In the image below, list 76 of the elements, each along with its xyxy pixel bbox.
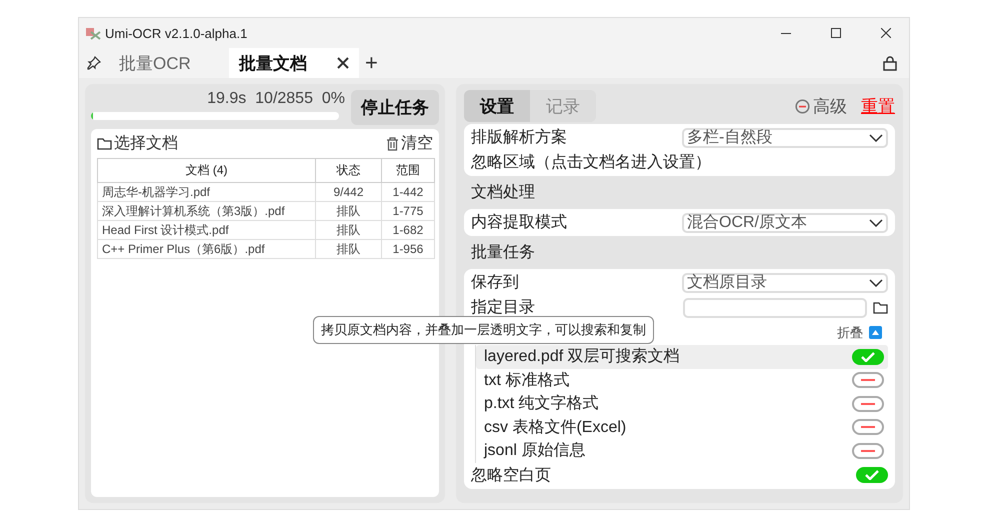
- stop-task-button[interactable]: 停止任务: [351, 90, 439, 125]
- toggle-off[interactable]: [852, 419, 884, 436]
- path-input-field[interactable]: [683, 298, 867, 318]
- format-option-row[interactable]: csv 表格文件(Excel): [476, 416, 888, 439]
- checkmark-icon: [861, 352, 875, 362]
- table-cell: Head First 设计模式.pdf: [98, 220, 316, 240]
- setting-label: 指定目录: [471, 298, 536, 318]
- table-cell: 9/442: [316, 182, 382, 202]
- pin-icon: [87, 56, 101, 70]
- lock-icon: [883, 56, 897, 70]
- tab[interactable]: 批量文档: [229, 48, 359, 78]
- setting-label: 保存到: [471, 273, 520, 293]
- minimize-icon: [781, 32, 791, 34]
- window-title: Umi-OCR v2.1.0-alpha.1: [105, 26, 248, 40]
- column-header: 文档 (4): [98, 158, 316, 182]
- advanced-button[interactable]: 高级: [795, 94, 847, 118]
- format-label: txt 标准格式: [484, 370, 570, 391]
- task-status-text: 19.9s 10/2855 0%: [207, 90, 345, 108]
- tab[interactable]: 设置: [464, 90, 530, 122]
- toggle-off[interactable]: [852, 442, 884, 459]
- format-option-row[interactable]: p.txt 纯文字格式: [476, 392, 888, 416]
- column-header: 状态: [316, 158, 382, 182]
- setting-label: 内容提取模式: [471, 212, 568, 233]
- chevron-down-icon: [869, 218, 883, 226]
- table-cell: 深入理解计算机系统（第3版）.pdf: [98, 202, 316, 220]
- close-icon[interactable]: [337, 57, 349, 69]
- format-label: layered.pdf 双层可搜索文档: [484, 346, 681, 368]
- minus-icon: [861, 379, 875, 382]
- toggle-on[interactable]: [852, 348, 884, 365]
- format-option-row[interactable]: layered.pdf 双层可搜索文档: [476, 345, 888, 368]
- maximize-icon: [831, 28, 841, 38]
- setting-label: 排版解析方案: [471, 127, 568, 148]
- toggle-on[interactable]: [856, 467, 888, 483]
- format-label: p.txt 纯文字格式: [484, 394, 600, 414]
- format-label: csv 表格文件(Excel): [484, 418, 628, 438]
- minus-icon: [861, 450, 875, 452]
- clear-button[interactable]: 清空: [386, 133, 433, 154]
- table-cell: 1-956: [382, 240, 434, 258]
- caret-up-icon: [869, 326, 882, 339]
- minus-icon: [861, 402, 875, 405]
- section-heading: 批量任务: [470, 243, 536, 263]
- dropdown[interactable]: 文档原目录: [682, 272, 888, 292]
- column-header: 范围: [382, 158, 434, 182]
- checkmark-icon: [865, 470, 879, 480]
- folder-icon: [97, 138, 112, 150]
- setting-label: 忽略区域（点击文档名进入设置）: [471, 152, 712, 173]
- minus-circle-icon: [795, 98, 810, 114]
- format-label: jsonl 原始信息: [484, 441, 586, 462]
- toggle-off[interactable]: [852, 396, 884, 412]
- table-cell: 周志华-机器学习.pdf: [98, 182, 316, 202]
- tab[interactable]: 批量OCR: [109, 48, 229, 78]
- chevron-down-icon: [869, 278, 883, 286]
- table-cell: 排队: [316, 220, 382, 240]
- trash-icon: [386, 136, 399, 150]
- toggle-off[interactable]: [852, 372, 884, 388]
- tooltip-text: 拷贝原文档内容，并叠加一层透明文字，可以搜索和复制: [321, 322, 646, 337]
- folder-icon[interactable]: [873, 302, 888, 314]
- choose-documents-button[interactable]: 选择文档: [97, 133, 178, 154]
- table-cell: 1-775: [382, 202, 434, 220]
- collapse-button[interactable]: 折叠: [837, 324, 888, 342]
- table-cell: 排队: [316, 240, 382, 258]
- table-cell: C++ Primer Plus（第6版）.pdf: [98, 240, 316, 258]
- app-logo-icon: [85, 26, 101, 40]
- minus-icon: [861, 426, 875, 428]
- dropdown[interactable]: 混合OCR/原文本: [682, 212, 888, 232]
- table-cell: 1-682: [382, 220, 434, 240]
- table-cell: 1-442: [382, 182, 434, 202]
- setting-label: 忽略空白页: [471, 466, 552, 486]
- dropdown[interactable]: 多栏-自然段: [682, 128, 888, 148]
- format-option-row[interactable]: jsonl 原始信息: [476, 439, 888, 462]
- chevron-down-icon: [869, 134, 883, 142]
- format-option-row[interactable]: txt 标准格式: [476, 368, 888, 392]
- close-icon: [881, 28, 891, 38]
- section-heading: 文档处理: [470, 182, 536, 203]
- table-cell: 排队: [316, 202, 382, 220]
- add-tab-button[interactable]: +: [359, 48, 384, 78]
